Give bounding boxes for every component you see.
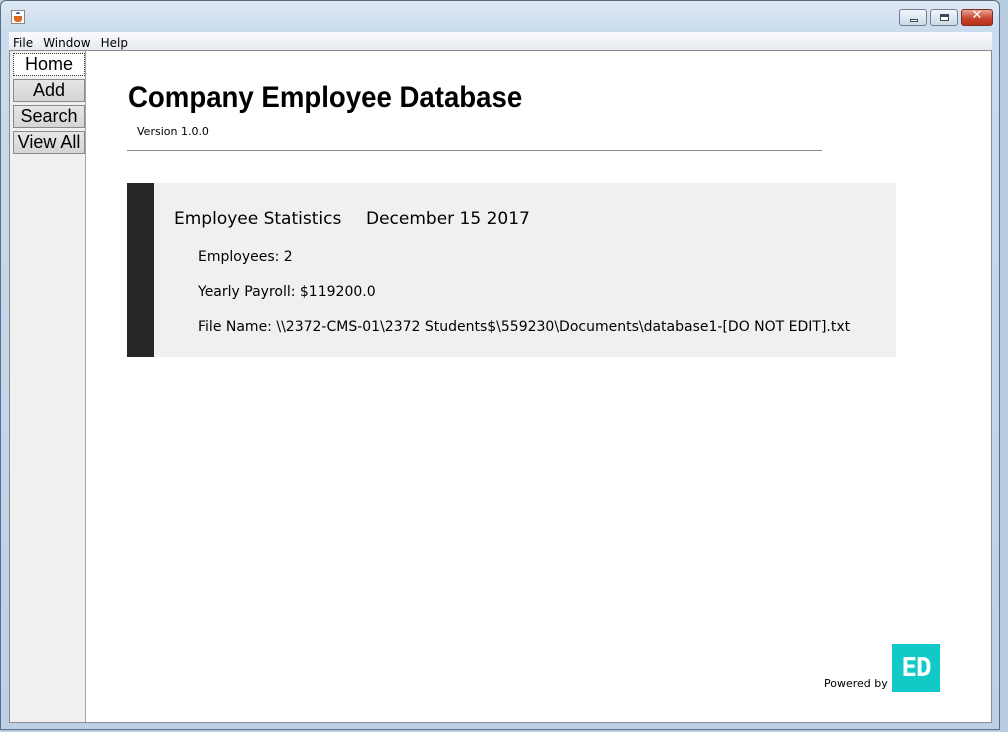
page-title: Company Employee Database bbox=[128, 81, 523, 114]
version-label: Version 1.0.0 bbox=[137, 125, 209, 138]
stats-date: December 15 2017 bbox=[366, 209, 530, 229]
view-all-button[interactable]: View All bbox=[13, 131, 85, 154]
home-button[interactable]: Home bbox=[13, 53, 85, 76]
cup-shape bbox=[14, 16, 22, 22]
menu-window[interactable]: Window bbox=[43, 36, 90, 50]
stats-heading: Employee Statistics bbox=[174, 209, 342, 229]
client-area: Home Add Search View All Company Employe… bbox=[9, 50, 992, 723]
add-button[interactable]: Add bbox=[13, 79, 85, 102]
app-window: ✕ File Window Help Home Add Search View … bbox=[0, 0, 1000, 730]
menu-file[interactable]: File bbox=[13, 36, 33, 50]
yearly-payroll: Yearly Payroll: $119200.0 bbox=[198, 284, 376, 300]
minimize-icon bbox=[910, 19, 918, 22]
ed-logo: ED bbox=[892, 644, 940, 692]
maximize-icon bbox=[940, 14, 949, 21]
main-panel: Company Employee Database Version 1.0.0 … bbox=[86, 51, 991, 722]
sidebar: Home Add Search View All bbox=[10, 51, 86, 722]
employees-count: Employees: 2 bbox=[198, 249, 293, 265]
close-icon: ✕ bbox=[971, 8, 983, 23]
powered-by-label: Powered by bbox=[824, 677, 888, 690]
window-controls: ✕ bbox=[896, 8, 993, 26]
java-coffee-icon[interactable] bbox=[11, 10, 25, 24]
menu-bar: File Window Help bbox=[9, 32, 992, 50]
menu-help[interactable]: Help bbox=[101, 36, 128, 50]
title-divider bbox=[127, 150, 822, 151]
stats-panel: Employee Statistics December 15 2017 Emp… bbox=[127, 183, 896, 357]
close-button[interactable]: ✕ bbox=[961, 8, 993, 26]
file-name: File Name: \\2372-CMS-01\2372 Students$\… bbox=[198, 319, 851, 335]
stats-accent-bar bbox=[127, 183, 154, 357]
maximize-button[interactable] bbox=[930, 9, 958, 26]
minimize-button[interactable] bbox=[899, 9, 927, 26]
search-button[interactable]: Search bbox=[13, 105, 85, 128]
title-bar[interactable]: ✕ bbox=[1, 1, 999, 31]
